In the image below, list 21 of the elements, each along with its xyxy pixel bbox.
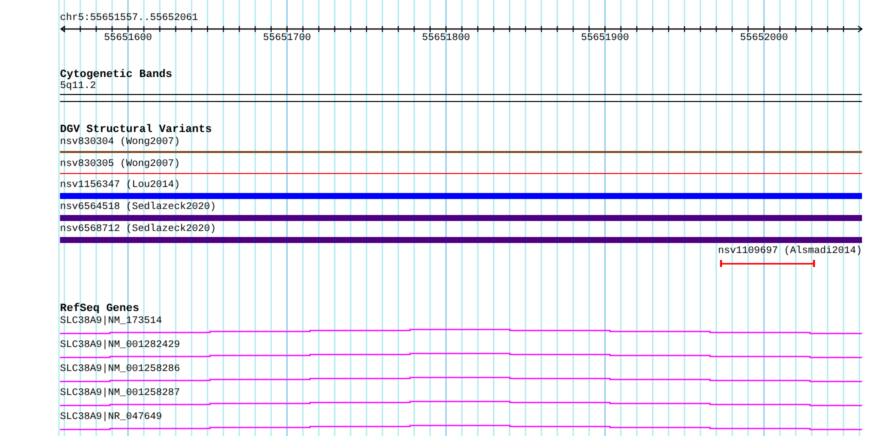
variant-label: nsv6568712 (Sedlazeck2020) bbox=[60, 224, 216, 236]
variant-label: nsv830305 (Wong2007) bbox=[60, 158, 180, 170]
gene-label: SLC38A9|NM_001282429 bbox=[60, 340, 180, 352]
variant-label: nsv1156347 (Lou2014) bbox=[60, 180, 180, 192]
gene-label: SLC38A9|NR_047649 bbox=[60, 412, 162, 424]
gene-label: SLC38A9|NM_001258287 bbox=[60, 388, 180, 400]
tick-label: 55652000 bbox=[740, 33, 788, 45]
tick-label: 55651600 bbox=[104, 33, 152, 45]
track-title: Cytogenetic Bands bbox=[60, 69, 172, 81]
variant-label: nsv1109697 (Alsmadi2014) bbox=[718, 246, 862, 258]
gene-label: SLC38A9|NM_173514 bbox=[60, 316, 162, 328]
gene-label: SLC38A9|NM_001258286 bbox=[60, 364, 180, 376]
region-label: chr5:55651557..55652061 bbox=[60, 13, 198, 25]
variant-label: nsv6564518 (Sedlazeck2020) bbox=[60, 202, 216, 214]
tick-label: 55651700 bbox=[263, 33, 311, 45]
track-title: RefSeq Genes bbox=[60, 303, 140, 315]
tick-label: 55651800 bbox=[422, 33, 470, 45]
band-label: 5q11.2 bbox=[60, 81, 96, 93]
track-title: DGV Structural Variants bbox=[60, 124, 212, 136]
tick-label: 55651900 bbox=[581, 33, 629, 45]
variant-label: nsv830304 (Wong2007) bbox=[60, 137, 180, 149]
